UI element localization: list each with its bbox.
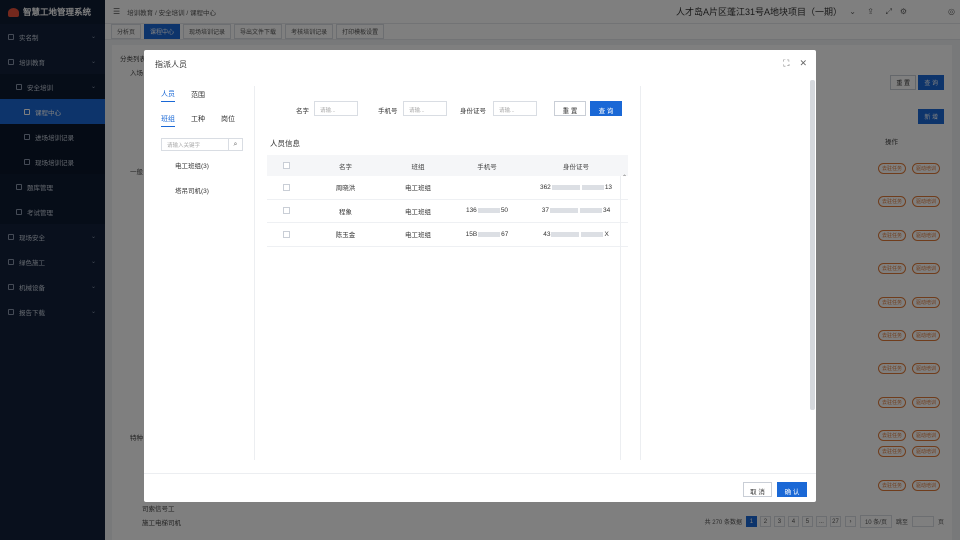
tab-position[interactable]: 岗位 [221, 114, 235, 127]
id-input[interactable]: 请输... [493, 101, 537, 116]
id-label: 身份证号 [460, 108, 486, 115]
tab-job-type[interactable]: 工种 [191, 114, 205, 127]
keyword-placeholder: 请输入关键字 [167, 142, 201, 149]
maximize-icon[interactable]: ⛶ [783, 58, 789, 69]
dialog-footer: 取 消 确 认 [144, 473, 816, 502]
cancel-button[interactable]: 取 消 [743, 482, 772, 497]
search-icon[interactable]: ⌕ [228, 139, 242, 150]
select-all-checkbox[interactable] [282, 162, 290, 169]
person-name: 程象 [339, 208, 352, 216]
table-row[interactable]: 程象 电工班组 136 50 37 34 [267, 200, 628, 223]
person-team: 电工班组 [405, 185, 431, 193]
tab-scope[interactable]: 范围 [191, 90, 205, 100]
masked-text [550, 208, 578, 214]
phone-prefix: 136 [465, 207, 477, 215]
personnel-list-panel: 名字 请输... 手机号 请输... 身份证号 请输... 重 置 查 询 人员… [256, 86, 639, 460]
masked-text [551, 231, 580, 237]
person-id: 362 13 [524, 184, 628, 191]
selected-panel [640, 86, 808, 460]
phone-suffix: 67 [501, 230, 509, 238]
table-scrollbar[interactable]: ⌃ [620, 174, 628, 460]
name-label: 名字 [296, 108, 309, 115]
row-checkbox[interactable] [282, 207, 290, 215]
id-prefix: 43 [543, 230, 551, 238]
column-header: 身份证号 [563, 163, 589, 171]
id-prefix: 362 [539, 183, 551, 191]
id-suffix: 34 [603, 207, 611, 215]
query-button[interactable]: 查 询 [590, 101, 622, 116]
group-item[interactable]: 电工班组(3) [154, 160, 254, 170]
masked-text [551, 184, 580, 190]
dialog-title: 指派人员 [155, 59, 187, 69]
masked-text [477, 208, 500, 214]
person-phone: 15B 67 [450, 231, 524, 238]
id-prefix: 37 [541, 207, 549, 215]
keyword-search-input[interactable]: 请输入关键字 ⌕ [161, 138, 243, 151]
person-team: 电工班组 [405, 232, 431, 240]
column-header: 班组 [411, 163, 425, 171]
tab-personnel[interactable]: 人员 [161, 89, 175, 102]
phone-label: 手机号 [378, 108, 398, 115]
person-id: 37 34 [524, 207, 628, 214]
confirm-button[interactable]: 确 认 [777, 482, 807, 497]
id-suffix: 13 [604, 183, 613, 191]
filter-panel: 人员 范围 班组 工种 岗位 请输入关键字 ⌕ 电工班组(3) 塔吊司机(3) [154, 86, 255, 460]
column-header: 名字 [339, 163, 352, 171]
person-name: 陈玉金 [335, 232, 356, 240]
phone-prefix: 15B [465, 230, 478, 238]
row-checkbox[interactable] [282, 230, 290, 238]
masked-text [580, 208, 602, 214]
person-team: 电工班组 [405, 208, 431, 216]
scroll-up-icon[interactable]: ⌃ [621, 174, 628, 181]
section-title: 人员信息 [270, 139, 300, 148]
dialog-scrollbar[interactable] [810, 80, 815, 410]
close-icon[interactable]: ✕ [799, 58, 807, 69]
table-row[interactable]: 陈玉金 电工班组 15B 67 43 X [267, 223, 628, 247]
person-name: 周晓洪 [335, 185, 356, 193]
phone-suffix: 50 [500, 207, 509, 215]
personnel-table: 名字 班组 手机号 身份证号 周晓洪 电工班组 362 13 程象 电工班组 136 50 37… [267, 155, 628, 247]
group-item[interactable]: 塔吊司机(3) [154, 185, 254, 195]
column-header: 手机号 [477, 163, 497, 171]
name-input[interactable]: 请输... [314, 101, 358, 116]
dialog-header: 指派人员 ⛶ ✕ [144, 50, 816, 78]
masked-text [581, 184, 604, 190]
person-id: 43 X [524, 231, 628, 238]
masked-text [478, 231, 501, 237]
table-header: 名字 班组 手机号 身份证号 [267, 155, 628, 176]
row-checkbox[interactable] [282, 183, 290, 191]
masked-text [581, 231, 604, 237]
tab-team[interactable]: 班组 [161, 114, 175, 127]
id-suffix: X [604, 230, 609, 238]
assign-personnel-dialog: 指派人员 ⛶ ✕ 人员 范围 班组 工种 岗位 请输入关键字 ⌕ 电工班组(3)… [144, 50, 816, 502]
person-phone: 136 50 [450, 207, 524, 214]
reset-button[interactable]: 重 置 [554, 101, 586, 116]
phone-input[interactable]: 请输... [403, 101, 447, 116]
table-row[interactable]: 周晓洪 电工班组 362 13 [267, 176, 628, 200]
